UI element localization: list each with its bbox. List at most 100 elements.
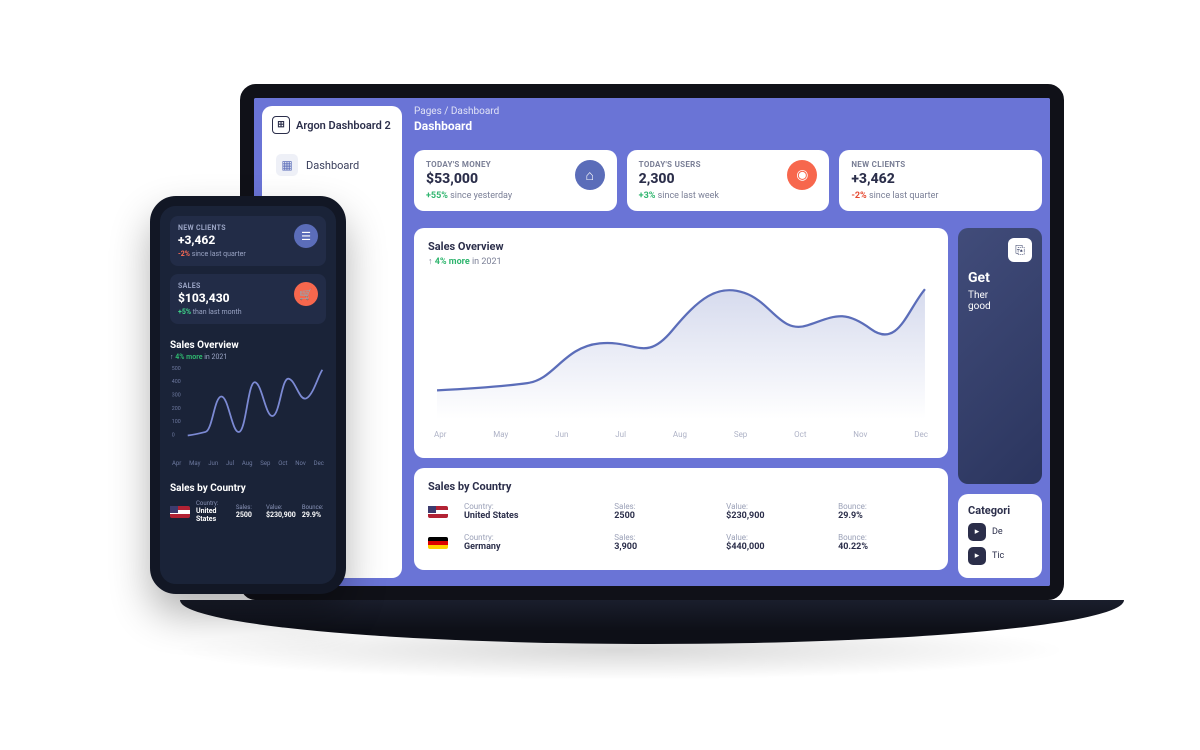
globe-icon: ◉ [787, 160, 817, 190]
sales-overview-card: Sales Overview ↑ 4% more in 2021 Apr May J… [414, 228, 948, 458]
svg-text:0: 0 [172, 432, 175, 438]
brand[interactable]: ⊞ Argon Dashboard 2 [272, 116, 392, 134]
card-title: Sales by Country [428, 480, 934, 493]
wallet-icon: ⌂ [575, 160, 605, 190]
phone-sales-overview: Sales Overview ↑ 4% more in 2021 5004003… [170, 332, 326, 475]
table-row[interactable]: Country:Germany Sales:3,900 Value:$440,000… [428, 527, 934, 558]
month-label: Sep [734, 430, 747, 439]
month-label: Jun [555, 430, 568, 439]
stat-clients[interactable]: NEW CLIENTS +3,462 -2% since last quarte… [839, 150, 1042, 211]
card-subtitle: ↑ 4% more in 2021 [170, 353, 326, 361]
sales-overview-chart [428, 267, 934, 427]
month-label: Dec [914, 430, 928, 439]
sidebar-item-label: Dashboard [306, 159, 359, 172]
cell-value: Value:$230,900 [726, 502, 822, 521]
breadcrumb: Pages / Dashboard [414, 106, 1042, 117]
laptop-frame: ⊞ Argon Dashboard 2 ▦ Dashboard Pages / … [240, 84, 1064, 644]
category-icon: ▸ [968, 547, 986, 565]
promo-body: Ther [968, 290, 1032, 301]
month-label: Oct [278, 460, 287, 467]
stat-label: NEW CLIENTS [851, 160, 938, 169]
cell-sales: Sales:2500 [614, 502, 710, 521]
laptop-screen: ⊞ Argon Dashboard 2 ▦ Dashboard Pages / … [240, 84, 1064, 600]
main-content: Sales Overview ↑ 4% more in 2021 Apr May J… [414, 228, 1042, 578]
phone-sales-chart: 5004003002001000 [170, 361, 326, 455]
category-item[interactable]: ▸ De [968, 520, 1032, 544]
side-column: ⎘ Get Ther good Categori ▸ De ▸ Tic [958, 228, 1042, 578]
brand-label: Argon Dashboard 2 [296, 119, 391, 132]
phone-frame: NEW CLIENTS +3,462 -2% since last quarte… [150, 196, 346, 594]
month-label: Apr [434, 430, 446, 439]
flag-icon [428, 537, 448, 549]
month-label: Oct [794, 430, 806, 439]
stat-value: +3,462 [851, 171, 938, 187]
category-item[interactable]: ▸ Tic [968, 544, 1032, 568]
cell-bounce: Bounce:40.22% [838, 533, 934, 552]
stat-delta: -2% since last quarter [851, 191, 938, 201]
cell-value: Value:$440,000 [726, 533, 822, 552]
phone-stat-sales[interactable]: SALES $103,430 +5% than last month 🛒 [170, 274, 326, 324]
category-label: Tic [992, 551, 1004, 561]
svg-text:200: 200 [172, 406, 181, 412]
stat-cards: TODAY'S MONEY $53,000 +55% since yesterd… [414, 150, 1042, 211]
month-label: Aug [242, 460, 253, 467]
table-row[interactable]: Country:United States Sales:2500 Value:$23… [428, 496, 934, 527]
categories-card: Categori ▸ De ▸ Tic [958, 494, 1042, 578]
card-title: Sales Overview [428, 240, 934, 253]
card-title: Categori [968, 504, 1032, 517]
stat-delta: +55% since yesterday [426, 191, 512, 201]
brand-icon: ⊞ [272, 116, 290, 134]
category-icon: ▸ [968, 523, 986, 541]
phone-app-root: NEW CLIENTS +3,462 -2% since last quarte… [160, 206, 336, 584]
stat-label: TODAY'S MONEY [426, 160, 512, 169]
svg-text:100: 100 [172, 419, 181, 425]
card-subtitle: ↑ 4% more in 2021 [428, 256, 934, 267]
month-label: Dec [314, 460, 324, 467]
stat-delta: +3% since last week [639, 191, 719, 201]
promo-icon: ⎘ [1008, 238, 1032, 262]
cell-country: Country:Germany [464, 533, 598, 552]
promo-card[interactable]: ⎘ Get Ther good [958, 228, 1042, 484]
stat-value: $53,000 [426, 171, 512, 187]
promo-body: good [968, 301, 1032, 312]
sidebar-item-dashboard[interactable]: ▦ Dashboard [272, 148, 392, 182]
stat-label: NEW CLIENTS [178, 224, 246, 232]
month-label: Nov [295, 460, 306, 467]
topbar: Pages / Dashboard Dashboard [414, 106, 1042, 142]
month-label: Apr [172, 460, 181, 467]
stat-delta: -2% since last quarter [178, 250, 246, 258]
month-label: May [493, 430, 508, 439]
flag-icon [170, 506, 190, 518]
users-icon: ☰ [294, 224, 318, 248]
dashboard-icon: ▦ [276, 154, 298, 176]
app-root: ⊞ Argon Dashboard 2 ▦ Dashboard Pages / … [254, 98, 1050, 586]
phone-sales-by-country: Sales by Country Country:United States S… [170, 475, 326, 531]
page-title: Dashboard [414, 119, 1042, 133]
month-label: May [189, 460, 200, 467]
card-title: Sales by Country [170, 483, 326, 494]
promo-title: Get [968, 270, 1032, 286]
sales-by-country-card: Sales by Country Country:United States Sa… [414, 468, 948, 570]
stat-users[interactable]: TODAY'S USERS 2,300 +3% since last week … [627, 150, 830, 211]
phone-stat-clients[interactable]: NEW CLIENTS +3,462 -2% since last quarte… [170, 216, 326, 266]
table-row[interactable]: Country:United States Sales:2500 Value:$… [170, 496, 326, 523]
chart-x-axis: Apr May Jun Jul Aug Sep Oct Nov Dec [428, 430, 934, 439]
month-label: Aug [673, 430, 687, 439]
cell-bounce: Bounce:29.9% [838, 502, 934, 521]
cell-sales: Sales:3,900 [614, 533, 710, 552]
month-label: Sep [260, 460, 270, 467]
chart-x-axis: AprMayJunJulAugSepOctNovDec [170, 460, 326, 467]
cell-country: Country:United States [464, 502, 598, 521]
stat-money[interactable]: TODAY'S MONEY $53,000 +55% since yesterd… [414, 150, 617, 211]
cart-icon: 🛒 [294, 282, 318, 306]
card-title: Sales Overview [170, 340, 326, 351]
flag-icon [428, 506, 448, 518]
stat-value: $103,430 [178, 291, 242, 305]
month-label: Jun [208, 460, 218, 467]
stat-delta: +5% than last month [178, 308, 242, 316]
month-label: Nov [853, 430, 867, 439]
month-label: Jul [615, 430, 626, 439]
category-label: De [992, 527, 1003, 537]
laptop-base [180, 600, 1124, 644]
stat-label: SALES [178, 282, 242, 290]
